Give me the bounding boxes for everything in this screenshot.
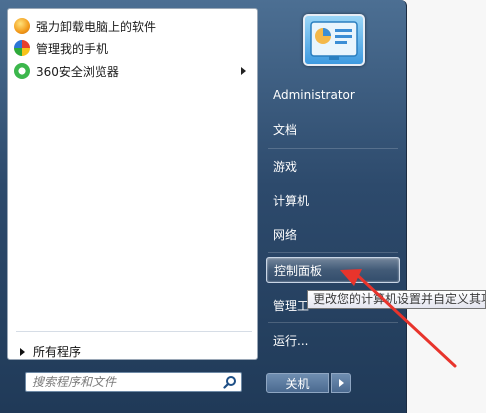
- menu-item-documents[interactable]: 文档: [266, 116, 400, 142]
- control-panel-label: 控制面板: [274, 263, 323, 278]
- program-item-uninstaller[interactable]: 强力卸载电脑上的软件: [14, 15, 250, 37]
- computer-label: 计算机: [273, 193, 310, 208]
- user-picture[interactable]: [303, 14, 365, 66]
- search-box[interactable]: [25, 372, 242, 392]
- phone-manager-icon: [14, 40, 30, 56]
- shutdown-button[interactable]: 关机: [266, 373, 329, 393]
- documents-label: 文档: [273, 122, 298, 137]
- all-programs-button[interactable]: 所有程序: [20, 343, 81, 360]
- user-name-label: Administrator: [273, 88, 355, 102]
- program-label: 管理我的手机: [36, 41, 109, 56]
- run-label: 运行...: [273, 333, 309, 348]
- triangle-right-icon: [20, 347, 25, 356]
- shutdown-options-button[interactable]: [331, 373, 351, 393]
- programs-pane: 强力卸载电脑上的软件 管理我的手机 360安全浏览器 所有程序: [7, 8, 258, 360]
- games-label: 游戏: [273, 159, 298, 174]
- divider: [268, 148, 398, 149]
- menu-item-network[interactable]: 网络: [266, 221, 400, 247]
- admin-tools-label: 管理工: [273, 298, 310, 313]
- divider: [268, 322, 398, 323]
- user-picture-icon: [310, 21, 358, 60]
- tooltip-text: 更改您的计算机设置并自定义其功能。: [313, 292, 485, 306]
- tooltip: 更改您的计算机设置并自定义其功能。: [307, 290, 486, 309]
- divider: [16, 331, 252, 332]
- uninstall-icon: [14, 18, 30, 34]
- program-label: 强力卸载电脑上的软件: [36, 19, 157, 34]
- search-icon[interactable]: [223, 375, 237, 389]
- start-menu: 强力卸载电脑上的软件 管理我的手机 360安全浏览器 所有程序 搜索程序和文件 …: [0, 0, 407, 413]
- submenu-arrow-icon: [241, 67, 246, 75]
- menu-item-control-panel[interactable]: 控制面板: [266, 257, 400, 283]
- menu-item-user[interactable]: Administrator: [266, 82, 400, 108]
- network-label: 网络: [273, 227, 298, 242]
- menu-item-games[interactable]: 游戏: [266, 153, 400, 179]
- program-item-360-browser[interactable]: 360安全浏览器: [14, 60, 250, 82]
- desktop-background: [405, 0, 486, 413]
- program-item-phone-manager[interactable]: 管理我的手机: [14, 37, 250, 59]
- menu-item-run[interactable]: 运行...: [266, 327, 400, 353]
- chevron-right-icon: [338, 379, 344, 387]
- program-label: 360安全浏览器: [36, 64, 119, 79]
- divider: [268, 252, 398, 253]
- shutdown-label: 关机: [285, 376, 310, 391]
- search-input[interactable]: [32, 375, 212, 389]
- browser-360-icon: [14, 63, 30, 79]
- menu-item-computer[interactable]: 计算机: [266, 187, 400, 213]
- all-programs-label: 所有程序: [33, 345, 82, 359]
